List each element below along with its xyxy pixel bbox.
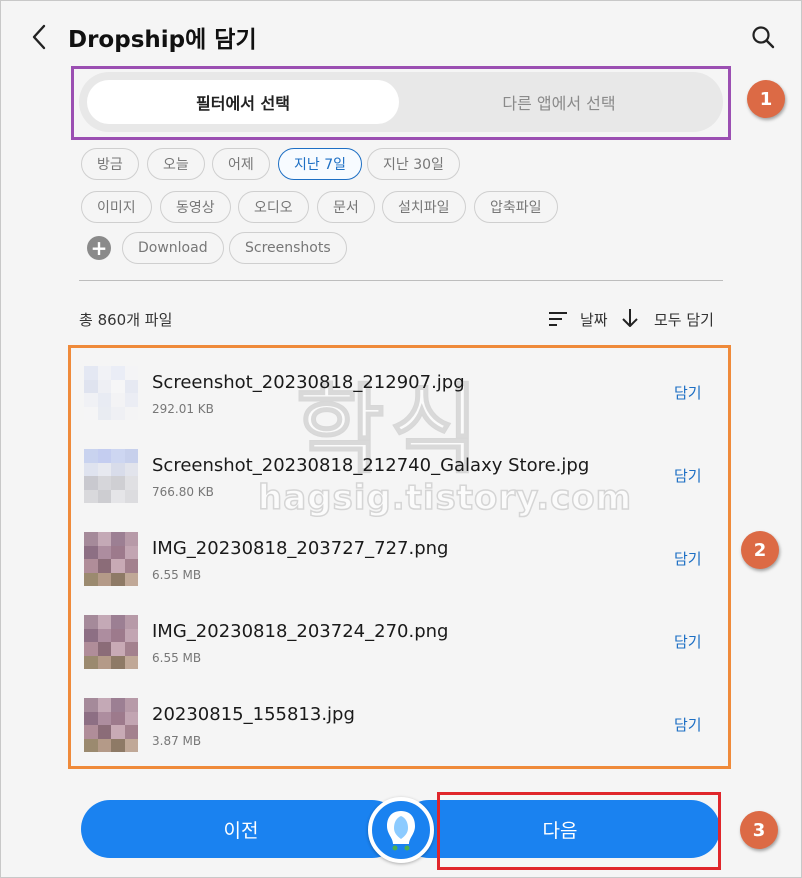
add-all-button[interactable]: 모두 담기: [654, 309, 714, 330]
chip-download[interactable]: Download: [122, 232, 224, 264]
chip-image[interactable]: 이미지: [81, 191, 152, 223]
annotation-box-3: [437, 792, 721, 870]
annotation-badge-3: 3: [740, 811, 778, 849]
annotation-box-2: [68, 345, 731, 769]
chip-just-now[interactable]: 방금: [81, 148, 139, 180]
page-title: Dropship에 담기: [68, 27, 257, 53]
chip-last-30-days[interactable]: 지난 30일: [367, 148, 460, 180]
chip-installer[interactable]: 설치파일: [382, 191, 466, 223]
arrow-down-icon[interactable]: [620, 307, 640, 329]
annotation-badge-2: 2: [741, 531, 779, 569]
chip-document[interactable]: 문서: [317, 191, 375, 223]
chip-screenshots[interactable]: Screenshots: [229, 232, 347, 264]
sort-by-date-button[interactable]: 날짜: [580, 309, 608, 330]
chip-last-7-days[interactable]: 지난 7일: [278, 148, 362, 180]
search-icon[interactable]: [748, 22, 778, 52]
file-count: 총 860개 파일: [79, 311, 173, 329]
chip-today[interactable]: 오늘: [147, 148, 205, 180]
sort-lines-icon[interactable]: [548, 310, 568, 328]
chip-archive[interactable]: 압축파일: [474, 191, 558, 223]
previous-button[interactable]: 이전: [81, 800, 401, 858]
add-filter-plus-icon[interactable]: +: [87, 236, 111, 260]
divider: [79, 280, 723, 281]
chip-yesterday[interactable]: 어제: [212, 148, 270, 180]
app-header: Dropship에 담기: [0, 0, 802, 70]
chip-video[interactable]: 동영상: [160, 191, 231, 223]
chip-audio[interactable]: 오디오: [238, 191, 309, 223]
dropship-logo-icon: [368, 797, 434, 863]
annotation-box-1: [71, 66, 731, 140]
annotation-badge-1: 1: [747, 80, 785, 118]
back-arrow-icon[interactable]: [26, 22, 52, 52]
